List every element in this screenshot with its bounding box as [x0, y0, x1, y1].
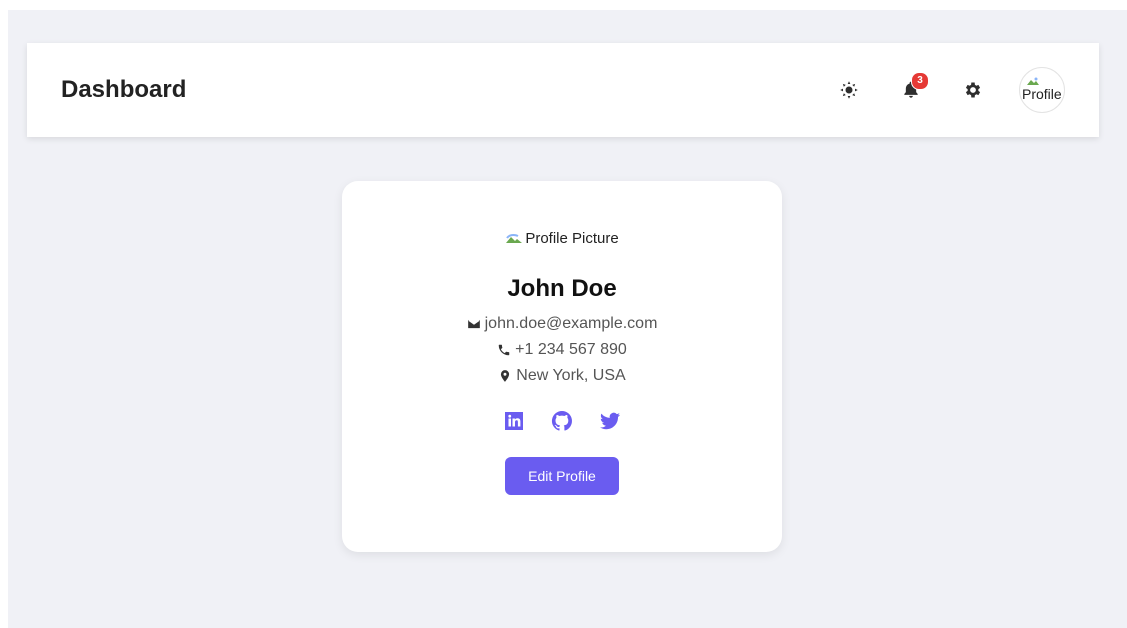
gear-icon — [965, 82, 981, 98]
envelope-icon — [467, 319, 480, 329]
location-row: New York, USA — [498, 363, 626, 389]
navbar-actions: 3 Profile — [803, 67, 1065, 113]
github-link[interactable] — [548, 407, 576, 435]
linkedin-icon — [505, 412, 523, 430]
github-icon — [551, 410, 572, 431]
twitter-icon — [600, 412, 620, 430]
contact-info: john.doe@example.com +1 234 567 890 New … — [342, 311, 782, 389]
app-background: Dashboard 3 Profile Profile Picture John… — [8, 10, 1127, 628]
profile-email: john.doe@example.com — [484, 315, 658, 332]
social-links — [342, 407, 782, 435]
broken-image-icon — [1027, 77, 1039, 85]
linkedin-link[interactable] — [500, 407, 528, 435]
avatar-alt-text: Profile — [1022, 86, 1062, 102]
theme-toggle-button[interactable] — [833, 74, 865, 106]
broken-image-icon — [506, 233, 523, 243]
sun-icon — [840, 81, 858, 99]
notification-badge: 3 — [911, 72, 929, 90]
top-navbar: Dashboard 3 Profile — [27, 43, 1099, 137]
edit-profile-button[interactable]: Edit Profile — [505, 457, 619, 495]
user-avatar[interactable]: Profile — [1019, 67, 1065, 113]
map-pin-icon — [501, 370, 510, 382]
profile-phone: +1 234 567 890 — [515, 341, 627, 358]
settings-button[interactable] — [957, 74, 989, 106]
profile-picture: Profile Picture — [342, 229, 782, 247]
twitter-link[interactable] — [596, 407, 624, 435]
profile-card: Profile Picture John Doe john.doe@exampl… — [342, 181, 782, 552]
phone-row: +1 234 567 890 — [497, 337, 627, 363]
notifications-button[interactable]: 3 — [895, 72, 929, 106]
profile-name: John Doe — [507, 275, 617, 302]
profile-picture-alt-text: Profile Picture — [525, 229, 619, 247]
email-row: john.doe@example.com — [467, 311, 658, 337]
page-title: Dashboard — [61, 76, 187, 103]
profile-location: New York, USA — [516, 367, 626, 384]
phone-icon — [498, 344, 510, 356]
